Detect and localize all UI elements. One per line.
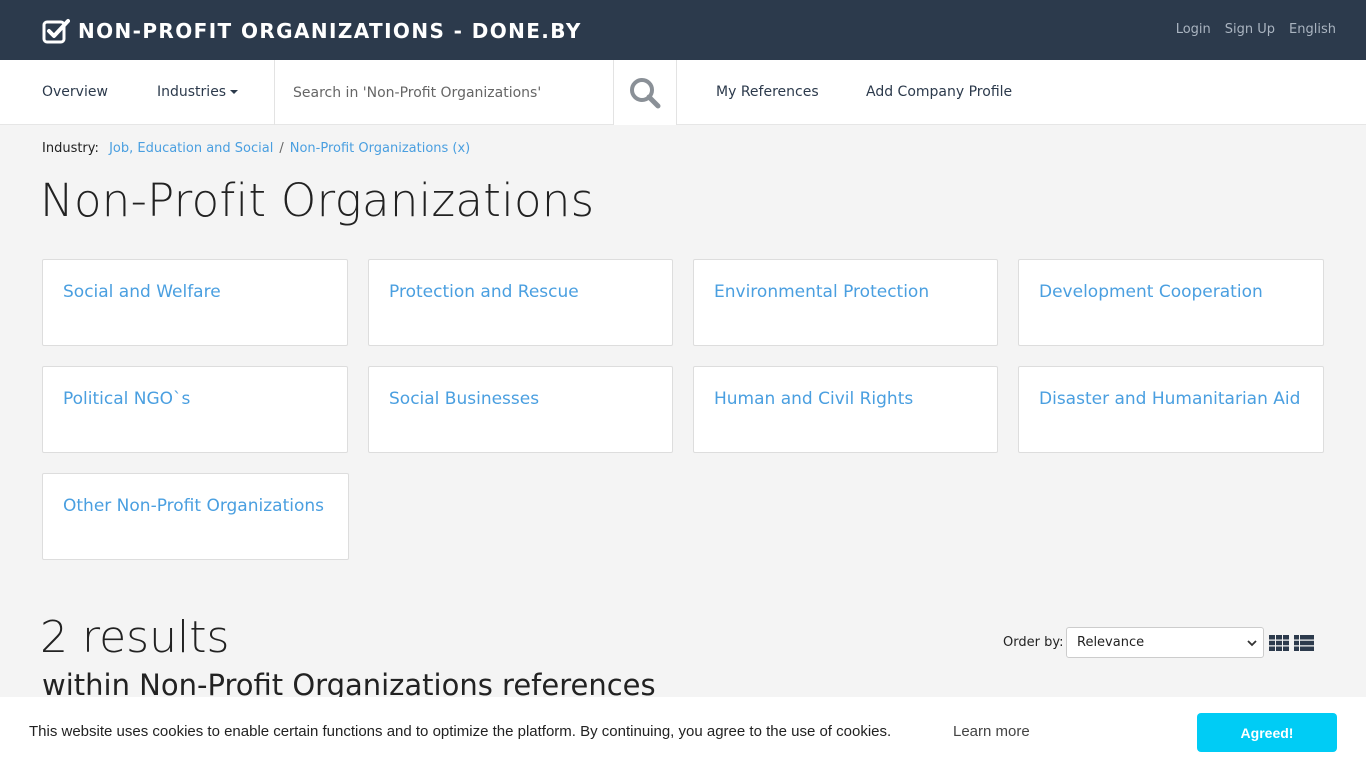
signup-link[interactable]: Sign Up	[1225, 22, 1275, 37]
category-card-human-civil-rights[interactable]: Human and Civil Rights	[693, 366, 998, 453]
nav-industries-label: Industries	[157, 84, 227, 100]
category-card-social-welfare[interactable]: Social and Welfare	[42, 259, 348, 346]
chevron-down-icon	[1247, 640, 1257, 647]
category-card-political-ngos[interactable]: Political NGO`s	[42, 366, 348, 453]
category-label: Human and Civil Rights	[714, 389, 914, 409]
checkbox-checked-icon	[42, 19, 70, 44]
cookie-banner: This website uses cookies to enable cert…	[0, 697, 1366, 768]
breadcrumb-label: Industry:	[42, 141, 99, 156]
category-label: Political NGO`s	[63, 389, 191, 409]
category-label: Social Businesses	[389, 389, 540, 409]
category-card-development-cooperation[interactable]: Development Cooperation	[1018, 259, 1324, 346]
category-card-other-non-profit[interactable]: Other Non-Profit Organizations	[42, 473, 349, 560]
search-input[interactable]	[275, 60, 613, 125]
breadcrumb-item-job-education-social[interactable]: Job, Education and Social	[109, 141, 273, 156]
results-count: 2 results	[40, 612, 230, 663]
category-label: Disaster and Humanitarian Aid	[1039, 389, 1301, 409]
order-by-label: Order by:	[1003, 635, 1064, 650]
login-link[interactable]: Login	[1176, 22, 1211, 37]
search-box	[274, 60, 614, 125]
list-view-icon[interactable]	[1294, 635, 1314, 651]
category-card-protection-rescue[interactable]: Protection and Rescue	[368, 259, 673, 346]
breadcrumb-separator: /	[279, 141, 284, 156]
language-link[interactable]: English	[1289, 22, 1336, 37]
cookie-learn-more-link[interactable]: Learn more	[953, 723, 1030, 740]
cookie-agree-button[interactable]: Agreed!	[1197, 713, 1337, 752]
caret-down-icon	[230, 90, 239, 94]
nav-add-company-profile[interactable]: Add Company Profile	[866, 84, 1012, 100]
breadcrumb-item-non-profit[interactable]: Non-Profit Organizations (x)	[290, 141, 471, 156]
page-title: Non-Profit Organizations	[40, 174, 595, 227]
top-bar: NON-PROFIT ORGANIZATIONS - DONE.BY Login…	[0, 0, 1366, 60]
magnifier-icon	[630, 77, 661, 108]
nav-my-references[interactable]: My References	[716, 84, 819, 100]
nav-overview[interactable]: Overview	[42, 84, 108, 100]
search-button[interactable]	[614, 60, 677, 125]
category-label: Environmental Protection	[714, 282, 930, 302]
category-label: Other Non-Profit Organizations	[63, 496, 324, 516]
breadcrumb: Industry: Job, Education and Social / Non-…	[42, 141, 470, 156]
nav-industries-dropdown[interactable]: Industries	[157, 84, 239, 100]
category-card-environmental-protection[interactable]: Environmental Protection	[693, 259, 998, 346]
order-by-select[interactable]: Relevance	[1066, 627, 1264, 658]
order-by-value: Relevance	[1077, 635, 1145, 650]
category-card-disaster-humanitarian-aid[interactable]: Disaster and Humanitarian Aid	[1018, 366, 1324, 453]
category-label: Social and Welfare	[63, 282, 221, 302]
grid-view-icon[interactable]	[1269, 635, 1289, 651]
category-label: Development Cooperation	[1039, 282, 1263, 302]
account-links: Login Sign Up English	[1176, 22, 1336, 37]
brand-title: NON-PROFIT ORGANIZATIONS - DONE.BY	[78, 19, 582, 43]
cookie-text: This website uses cookies to enable cert…	[29, 723, 892, 740]
category-label: Protection and Rescue	[389, 282, 579, 302]
brand-logo-link[interactable]: NON-PROFIT ORGANIZATIONS - DONE.BY	[42, 18, 582, 44]
category-card-social-businesses[interactable]: Social Businesses	[368, 366, 673, 453]
main-nav: Overview Industries My References Add Co…	[0, 60, 1366, 125]
